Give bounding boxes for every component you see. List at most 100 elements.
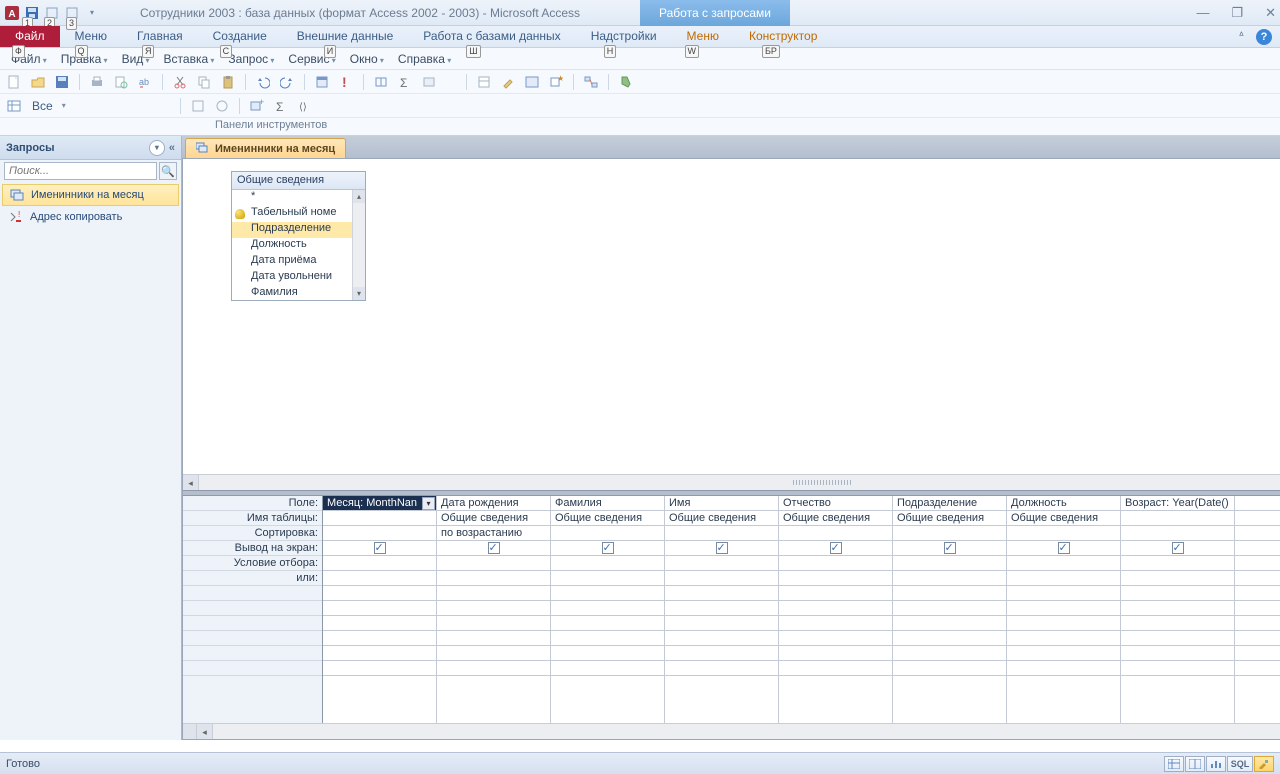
cell-table[interactable]: Общие сведения	[665, 511, 778, 526]
search-icon[interactable]: 🔍	[159, 162, 177, 180]
cell-sort[interactable]	[323, 526, 436, 541]
cell-blank[interactable]	[323, 631, 436, 646]
cell-show[interactable]	[437, 541, 550, 556]
cell-blank[interactable]	[893, 631, 1006, 646]
upper-hscroll[interactable]: ◂ ▸	[183, 474, 1280, 490]
cell-table[interactable]: Общие сведения	[779, 511, 892, 526]
cell-blank[interactable]	[437, 586, 550, 601]
cell-blank[interactable]	[1121, 616, 1234, 631]
cell-show[interactable]	[323, 541, 436, 556]
cell-blank[interactable]	[437, 571, 550, 586]
cell-blank[interactable]	[551, 631, 664, 646]
checkbox[interactable]	[488, 542, 500, 554]
checkbox[interactable]	[830, 542, 842, 554]
view-datasheet-icon[interactable]	[5, 97, 23, 115]
cell-table[interactable]	[1121, 511, 1234, 526]
cell-blank[interactable]	[1235, 586, 1280, 601]
scroll-down-icon[interactable]: ▾	[353, 287, 365, 300]
cell-blank[interactable]	[779, 631, 892, 646]
cell-blank[interactable]	[893, 661, 1006, 676]
builder-icon[interactable]	[499, 73, 517, 91]
cell-blank[interactable]	[1235, 646, 1280, 661]
cell-blank[interactable]	[551, 556, 664, 571]
cell-blank[interactable]	[437, 556, 550, 571]
cell-blank[interactable]	[323, 586, 436, 601]
cell-sort[interactable]	[1007, 526, 1120, 541]
cell-blank[interactable]	[665, 556, 778, 571]
open-icon[interactable]	[29, 73, 47, 91]
view-pivot-button[interactable]	[1185, 756, 1205, 772]
tb-totals-icon[interactable]: Σ	[272, 97, 290, 115]
tab-external[interactable]: Внешние данныеИ	[282, 26, 409, 47]
cell-blank[interactable]	[437, 646, 550, 661]
checkbox[interactable]	[1058, 542, 1070, 554]
cell-field[interactable]: Должность	[1007, 496, 1120, 511]
cell-show[interactable]	[1007, 541, 1120, 556]
checkbox[interactable]	[1172, 542, 1184, 554]
showtable-icon[interactable]	[372, 73, 390, 91]
relationships-icon[interactable]	[582, 73, 600, 91]
tab-menu[interactable]: МенюQ	[60, 26, 122, 47]
all-label[interactable]: Все	[29, 99, 56, 113]
new-icon[interactable]	[5, 73, 23, 91]
field-star[interactable]: *	[232, 190, 365, 206]
field-item[interactable]: Фамилия	[232, 286, 365, 302]
cell-field[interactable]: Отчество	[779, 496, 892, 511]
cell-blank[interactable]	[1007, 631, 1120, 646]
scroll-left-icon[interactable]: ◂	[197, 724, 213, 739]
run-icon[interactable]: !	[337, 73, 355, 91]
cell-blank[interactable]	[1235, 556, 1280, 571]
cell-sort[interactable]	[551, 526, 664, 541]
cell-blank[interactable]	[893, 571, 1006, 586]
cell-table[interactable]	[323, 511, 436, 526]
cell-sort[interactable]: по возрастанию	[437, 526, 550, 541]
print-icon[interactable]	[88, 73, 106, 91]
cell-field[interactable]: Возраст: Year(Date()	[1121, 496, 1234, 511]
cell-blank[interactable]	[323, 556, 436, 571]
cell-blank[interactable]	[437, 601, 550, 616]
cell-blank[interactable]	[665, 631, 778, 646]
cell-blank[interactable]	[437, 631, 550, 646]
view-design-button[interactable]	[1254, 756, 1274, 772]
cell-blank[interactable]	[1235, 541, 1280, 556]
cell-blank[interactable]	[1235, 526, 1280, 541]
cell-sort[interactable]	[1121, 526, 1234, 541]
diagram-pane[interactable]: Общие сведения * Табельный номе Подразде…	[183, 159, 1280, 474]
checkbox[interactable]	[716, 542, 728, 554]
view-sql-button[interactable]: SQL	[1227, 756, 1253, 772]
menu-help[interactable]: Справка	[392, 50, 457, 68]
cell-blank[interactable]	[551, 616, 664, 631]
table-box-title[interactable]: Общие сведения	[232, 172, 365, 190]
doc-tab-active[interactable]: Именинники на месяц	[185, 138, 346, 158]
cell-field[interactable]: Подразделение	[893, 496, 1006, 511]
cell-field[interactable]: Имя	[665, 496, 778, 511]
row-selector[interactable]	[183, 724, 197, 739]
field-item[interactable]: Должность	[232, 238, 365, 254]
cell-blank[interactable]	[551, 571, 664, 586]
cell-blank[interactable]	[893, 601, 1006, 616]
cell-dropdown-icon[interactable]: ▾	[422, 497, 435, 510]
cell-blank[interactable]	[1121, 556, 1234, 571]
field-key[interactable]: Табельный номе	[232, 206, 365, 222]
tab-create[interactable]: СозданиеС	[198, 26, 282, 47]
tb-misc2[interactable]	[213, 97, 231, 115]
cell-blank[interactable]	[323, 646, 436, 661]
cell-blank[interactable]	[437, 616, 550, 631]
cell-blank[interactable]	[1235, 511, 1280, 526]
cell-show[interactable]	[551, 541, 664, 556]
cell-blank[interactable]	[1235, 616, 1280, 631]
cell-blank[interactable]	[1121, 646, 1234, 661]
tab-design[interactable]: КонструкторБР	[734, 26, 832, 47]
checkbox[interactable]	[374, 542, 386, 554]
grid-hscroll[interactable]: ◂ ▸	[183, 723, 1280, 739]
cell-blank[interactable]	[893, 646, 1006, 661]
cell-blank[interactable]	[893, 616, 1006, 631]
cell-table[interactable]: Общие сведения	[551, 511, 664, 526]
nav-collapse-icon[interactable]: «	[169, 142, 175, 154]
checkbox[interactable]	[602, 542, 614, 554]
dropdown-icon[interactable]: ▾	[62, 101, 66, 110]
cell-blank[interactable]	[779, 571, 892, 586]
cell-blank[interactable]	[665, 646, 778, 661]
cell-blank[interactable]	[551, 601, 664, 616]
cell-blank[interactable]	[665, 661, 778, 676]
